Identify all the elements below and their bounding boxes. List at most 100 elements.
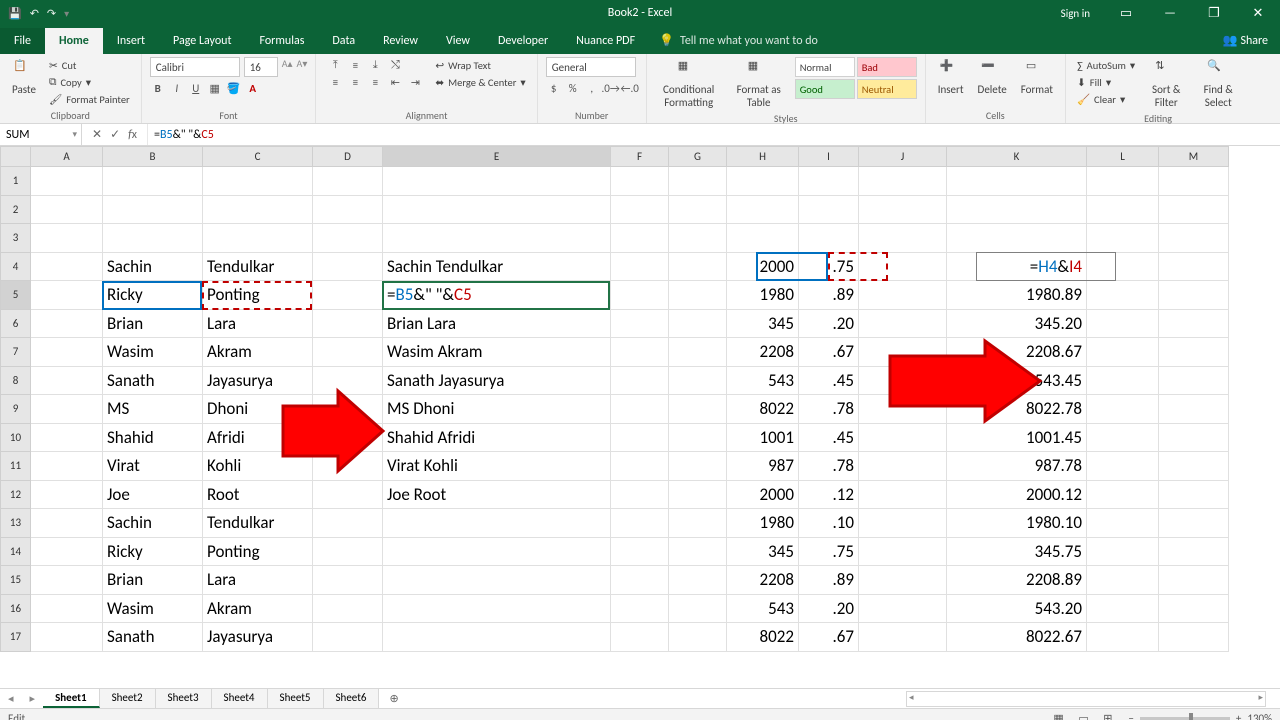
cell-G15[interactable]	[669, 566, 727, 595]
sheet-tab-sheet3[interactable]: Sheet3	[156, 689, 212, 708]
tab-page-layout[interactable]: Page Layout	[159, 28, 245, 54]
cell-M9[interactable]	[1159, 395, 1229, 424]
format-as-table-button[interactable]: ▦Format as Table	[729, 57, 789, 111]
conditional-formatting-button[interactable]: ▦Conditional Formatting	[655, 57, 723, 111]
cell-K14[interactable]: 345.75	[947, 537, 1087, 566]
cell-H12[interactable]: 2000	[727, 480, 799, 509]
normal-view-icon[interactable]: ▦	[1047, 712, 1069, 720]
cell-H6[interactable]: 345	[727, 309, 799, 338]
paste-button[interactable]: 📋Paste	[8, 57, 40, 98]
col-header-M[interactable]: M	[1159, 147, 1229, 167]
cell-H13[interactable]: 1980	[727, 509, 799, 538]
cell-D14[interactable]	[313, 537, 383, 566]
cell-J4[interactable]	[859, 252, 947, 281]
cell-B12[interactable]: Joe	[103, 480, 203, 509]
cell-A4[interactable]	[31, 252, 103, 281]
select-all-corner[interactable]	[1, 147, 31, 167]
cell-B10[interactable]: Shahid	[103, 423, 203, 452]
cell-K3[interactable]	[947, 224, 1087, 253]
sheet-tab-sheet4[interactable]: Sheet4	[212, 689, 268, 708]
cell-F6[interactable]	[611, 309, 669, 338]
save-icon[interactable]: 💾	[8, 7, 22, 20]
col-header-G[interactable]: G	[669, 147, 727, 167]
cell-C1[interactable]	[203, 167, 313, 196]
cell-B13[interactable]: Sachin	[103, 509, 203, 538]
tab-developer[interactable]: Developer	[484, 28, 562, 54]
cell-F1[interactable]	[611, 167, 669, 196]
cell-M5[interactable]	[1159, 281, 1229, 310]
cell-style-bad[interactable]: Bad	[857, 57, 917, 77]
cell-A13[interactable]	[31, 509, 103, 538]
orientation-icon[interactable]: ⤭	[387, 57, 403, 73]
comma-icon[interactable]: ,	[584, 80, 600, 96]
enter-formula-icon[interactable]: ✓	[110, 127, 120, 142]
cell-F14[interactable]	[611, 537, 669, 566]
cell-D1[interactable]	[313, 167, 383, 196]
cell-I9[interactable]: .78	[799, 395, 859, 424]
cell-K6[interactable]: 345.20	[947, 309, 1087, 338]
cell-F5[interactable]	[611, 281, 669, 310]
cell-G5[interactable]	[669, 281, 727, 310]
cell-E16[interactable]	[383, 594, 611, 623]
find-select-button[interactable]: 🔍Find & Select	[1194, 57, 1242, 111]
zoom-slider[interactable]	[1140, 717, 1230, 720]
col-header-L[interactable]: L	[1087, 147, 1159, 167]
col-header-C[interactable]: C	[203, 147, 313, 167]
cell-G8[interactable]	[669, 366, 727, 395]
underline-icon[interactable]: U	[188, 80, 204, 96]
cell-D6[interactable]	[313, 309, 383, 338]
col-header-H[interactable]: H	[727, 147, 799, 167]
cell-A8[interactable]	[31, 366, 103, 395]
align-bottom-icon[interactable]: ⤓	[367, 57, 383, 73]
page-break-view-icon[interactable]: ⊞	[1097, 712, 1118, 720]
cell-J15[interactable]	[859, 566, 947, 595]
italic-icon[interactable]: I	[169, 80, 185, 96]
cell-H3[interactable]	[727, 224, 799, 253]
cell-B9[interactable]: MS	[103, 395, 203, 424]
tell-me-search[interactable]: 💡Tell me what you want to do	[649, 27, 828, 54]
cell-L14[interactable]	[1087, 537, 1159, 566]
cell-D16[interactable]	[313, 594, 383, 623]
cell-L17[interactable]	[1087, 623, 1159, 652]
sheet-tab-sheet1[interactable]: Sheet1	[43, 689, 100, 708]
undo-icon[interactable]: ↶	[30, 7, 39, 20]
cell-I2[interactable]	[799, 195, 859, 224]
cell-I10[interactable]: .45	[799, 423, 859, 452]
cell-L10[interactable]	[1087, 423, 1159, 452]
cell-M11[interactable]	[1159, 452, 1229, 481]
increase-decimal-icon[interactable]: .0→	[603, 80, 619, 96]
cell-style-normal[interactable]: Normal	[795, 57, 855, 77]
cell-L9[interactable]	[1087, 395, 1159, 424]
cell-F15[interactable]	[611, 566, 669, 595]
cell-style-good[interactable]: Good	[795, 79, 855, 99]
cell-A11[interactable]	[31, 452, 103, 481]
cell-M7[interactable]	[1159, 338, 1229, 367]
sheet-tab-sheet2[interactable]: Sheet2	[100, 689, 156, 708]
share-button[interactable]: 👥 Share	[1211, 27, 1280, 54]
col-header-D[interactable]: D	[313, 147, 383, 167]
cell-A15[interactable]	[31, 566, 103, 595]
row-header-13[interactable]: 13	[1, 509, 31, 538]
cell-M3[interactable]	[1159, 224, 1229, 253]
name-box[interactable]: SUM	[0, 124, 82, 145]
cell-M14[interactable]	[1159, 537, 1229, 566]
close-button[interactable]: ✕	[1236, 0, 1280, 26]
cell-I7[interactable]: .67	[799, 338, 859, 367]
ribbon-options-icon[interactable]: ▭	[1104, 0, 1148, 26]
row-header-14[interactable]: 14	[1, 537, 31, 566]
cell-D15[interactable]	[313, 566, 383, 595]
cell-G13[interactable]	[669, 509, 727, 538]
cell-D13[interactable]	[313, 509, 383, 538]
cell-B17[interactable]: Sanath	[103, 623, 203, 652]
cell-G2[interactable]	[669, 195, 727, 224]
cell-F10[interactable]	[611, 423, 669, 452]
row-header-12[interactable]: 12	[1, 480, 31, 509]
cell-L16[interactable]	[1087, 594, 1159, 623]
cell-E14[interactable]	[383, 537, 611, 566]
cell-G4[interactable]	[669, 252, 727, 281]
qat-customize-icon[interactable]: ▾	[64, 7, 69, 20]
cell-E10[interactable]: Shahid Afridi	[383, 423, 611, 452]
cell-M2[interactable]	[1159, 195, 1229, 224]
cell-K15[interactable]: 2208.89	[947, 566, 1087, 595]
sheet-nav-prev-icon[interactable]: ◂	[0, 692, 22, 705]
